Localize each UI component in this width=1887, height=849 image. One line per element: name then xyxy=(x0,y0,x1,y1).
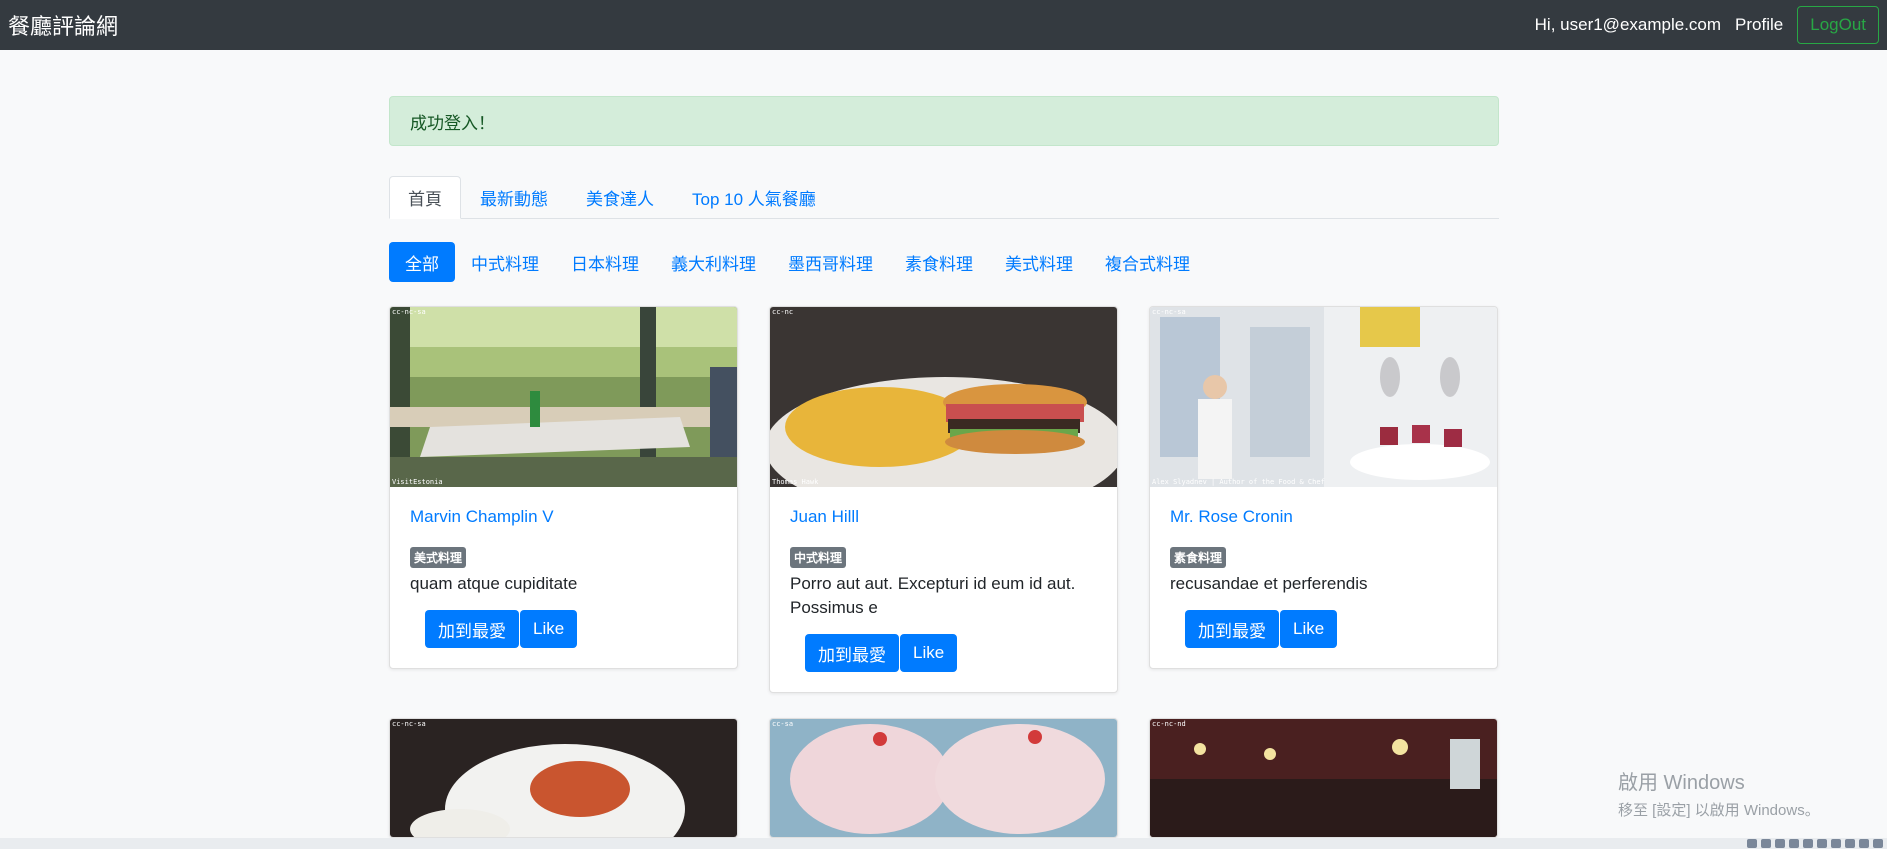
restaurant-image[interactable]: cc-nc-sa Alex Slyadnev | Author of the F… xyxy=(1150,307,1497,487)
tray-icon[interactable] xyxy=(1831,839,1841,848)
category-pills: 全部 中式料理 日本料理 義大利料理 墨西哥料理 素食料理 美式料理 複合式料理 xyxy=(389,242,1206,282)
login-success-alert: 成功登入！ xyxy=(389,96,1499,146)
restaurant-card: cc-sa xyxy=(769,718,1118,838)
category-chinese[interactable]: 中式料理 xyxy=(455,242,555,282)
restaurant-description: Porro aut aut. Excepturi id eum id aut. … xyxy=(790,574,1076,617)
image-license-label: cc-nc-sa xyxy=(392,720,426,728)
profile-link[interactable]: Profile xyxy=(1735,15,1783,35)
tray-icon[interactable] xyxy=(1873,839,1883,848)
restaurant-name-link[interactable]: Marvin Champlin V xyxy=(410,507,717,527)
brand-link[interactable]: 餐廳評論網 xyxy=(8,9,118,41)
tab-top-restaurants[interactable]: Top 10 人氣餐廳 xyxy=(673,176,835,218)
restaurant-card: cc-nc-sa Alex Slyadnev | Author of the F… xyxy=(1149,306,1498,669)
logout-button[interactable]: LogOut xyxy=(1797,6,1879,44)
category-american[interactable]: 美式料理 xyxy=(989,242,1089,282)
category-mexican[interactable]: 墨西哥料理 xyxy=(772,242,889,282)
tray-icon[interactable] xyxy=(1789,839,1799,848)
category-italian[interactable]: 義大利料理 xyxy=(655,242,772,282)
add-favorite-button[interactable]: 加到最愛 xyxy=(1185,610,1279,648)
restaurant-image[interactable]: cc-sa xyxy=(770,719,1117,837)
navbar: 餐廳評論網 Hi, user1@example.com Profile LogO… xyxy=(0,0,1887,50)
tray-icon[interactable] xyxy=(1803,839,1813,848)
restaurant-card: cc-nc-nd xyxy=(1149,718,1498,838)
tray-icon[interactable] xyxy=(1859,839,1869,848)
card-body: Juan Hilll 中式料理 Porro aut aut. Excepturi… xyxy=(770,487,1117,692)
restaurant-image[interactable]: cc-nc-nd xyxy=(1150,719,1497,837)
image-credit-label: VisitEstonia xyxy=(392,478,443,486)
image-credit-label: Thomas Hawk xyxy=(772,478,819,486)
tray-icon[interactable] xyxy=(1747,839,1757,848)
restaurant-card: cc-nc Thomas Hawk Juan Hilll 中式料理 Porro … xyxy=(769,306,1118,693)
user-greeting: Hi, user1@example.com xyxy=(1534,15,1722,34)
add-favorite-button[interactable]: 加到最愛 xyxy=(425,610,519,648)
taskbar xyxy=(0,838,1887,849)
category-all[interactable]: 全部 xyxy=(389,242,455,282)
restaurant-image[interactable]: cc-nc Thomas Hawk xyxy=(770,307,1117,487)
tray-icon[interactable] xyxy=(1761,839,1771,848)
navbar-right: Hi, user1@example.com Profile LogOut xyxy=(1535,6,1879,44)
like-button[interactable]: Like xyxy=(1280,610,1338,648)
restaurant-description: recusandae et perferendis xyxy=(1170,574,1368,593)
tab-top-users[interactable]: 美食達人 xyxy=(567,176,673,218)
image-credit-label: Alex Slyadnev | Author of the Food & Che… xyxy=(1152,478,1325,486)
card-body: Marvin Champlin V 美式料理 quam atque cupidi… xyxy=(390,487,737,668)
category-badge: 美式料理 xyxy=(410,547,467,568)
category-fusion[interactable]: 複合式料理 xyxy=(1089,242,1206,282)
image-license-label: cc-sa xyxy=(772,720,794,728)
card-actions: 加到最愛 Like xyxy=(410,610,717,648)
like-button[interactable]: Like xyxy=(900,634,958,672)
restaurant-name-link[interactable]: Juan Hilll xyxy=(790,507,1097,527)
tray-icon[interactable] xyxy=(1775,839,1785,848)
restaurant-image[interactable]: cc-nc-sa xyxy=(390,719,737,837)
add-favorite-button[interactable]: 加到最愛 xyxy=(805,634,899,672)
tab-feeds[interactable]: 最新動態 xyxy=(461,176,567,218)
tab-home[interactable]: 首頁 xyxy=(389,176,461,219)
like-button[interactable]: Like xyxy=(520,610,578,648)
restaurant-card: cc-nc-sa VisitEstonia Marvin Champlin V … xyxy=(389,306,738,669)
restaurant-name-link[interactable]: Mr. Rose Cronin xyxy=(1170,507,1477,527)
windows-activation-watermark: 啟用 Windows 移至 [設定] 以啟用 Windows。 xyxy=(1618,766,1820,820)
image-license-label: cc-nc-sa xyxy=(392,308,426,316)
restaurant-image[interactable]: cc-nc-sa VisitEstonia xyxy=(390,307,737,487)
category-badge: 中式料理 xyxy=(790,547,847,568)
watermark-line1: 啟用 Windows xyxy=(1618,772,1745,794)
restaurant-card: cc-nc-sa xyxy=(389,718,738,838)
alert-message: 成功登入！ xyxy=(410,113,495,133)
image-license-label: cc-nc-nd xyxy=(1152,720,1186,728)
category-japanese[interactable]: 日本料理 xyxy=(555,242,655,282)
system-tray xyxy=(1747,839,1883,848)
tray-icon[interactable] xyxy=(1845,839,1855,848)
tray-icon[interactable] xyxy=(1817,839,1827,848)
image-license-label: cc-nc xyxy=(772,308,794,316)
card-actions: 加到最愛 Like xyxy=(1170,610,1477,648)
card-body: Mr. Rose Cronin 素食料理 recusandae et perfe… xyxy=(1150,487,1497,668)
card-actions: 加到最愛 Like xyxy=(790,634,1097,672)
restaurant-description: quam atque cupiditate xyxy=(410,574,578,593)
watermark-line2: 移至 [設定] 以啟用 Windows。 xyxy=(1618,802,1820,819)
image-license-label: cc-nc-sa xyxy=(1152,308,1186,316)
category-badge: 素食料理 xyxy=(1170,547,1227,568)
category-vegetarian[interactable]: 素食料理 xyxy=(889,242,989,282)
main-tabs: 首頁 最新動態 美食達人 Top 10 人氣餐廳 xyxy=(389,176,1499,219)
